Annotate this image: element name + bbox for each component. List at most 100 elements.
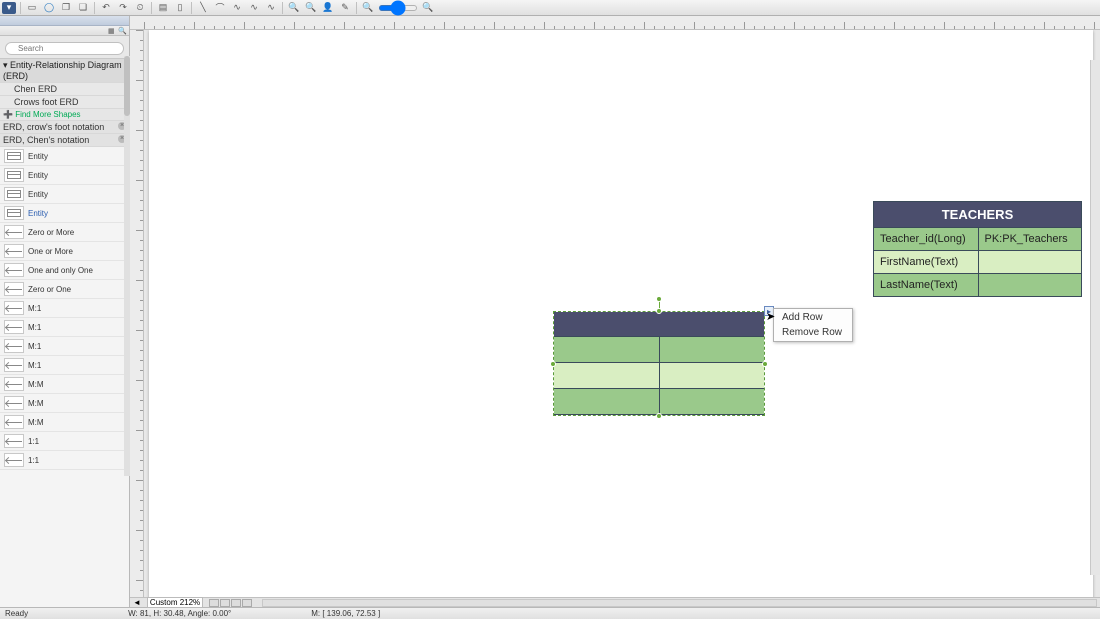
shape-palette-item[interactable]: M:1 — [0, 299, 129, 318]
context-menu-remove-row[interactable]: Remove Row — [774, 325, 852, 340]
shape-palette-item[interactable]: Zero or More — [0, 223, 129, 242]
resize-handle-w[interactable] — [550, 361, 556, 367]
shape-palette-item[interactable]: Entity — [0, 166, 129, 185]
view-toggle-button[interactable]: ▭ — [25, 2, 39, 14]
loaded-lib-crowsfoot[interactable]: ERD, crow's foot notation× — [0, 121, 129, 134]
relationship-icon — [4, 377, 24, 391]
time-button[interactable]: ⏲ — [133, 2, 147, 14]
zoomin-button[interactable]: 🔍 — [287, 2, 301, 14]
canvas-horizontal-scrollbar[interactable] — [262, 599, 1097, 607]
shape-item-label: One or More — [28, 247, 73, 256]
bezier-tool-button[interactable]: ∿ — [264, 2, 278, 14]
page-nav-first-button[interactable] — [209, 599, 219, 607]
context-menu: Add Row Remove Row — [773, 308, 853, 342]
shape-item-label: M:1 — [28, 323, 41, 332]
arc-tool-button[interactable]: ⌒ — [213, 2, 227, 14]
shape-palette: EntityEntityEntityEntityZero or MoreOne … — [0, 147, 129, 607]
shape-palette-item[interactable]: Entity — [0, 204, 129, 223]
page-nav-prev-button[interactable] — [220, 599, 230, 607]
curve-tool-button[interactable]: ∿ — [230, 2, 244, 14]
brush-button[interactable]: ✎ — [338, 2, 352, 14]
shape-palette-item[interactable]: 1:1 — [0, 432, 129, 451]
erd-cell[interactable] — [979, 250, 1082, 273]
erd-table-title[interactable]: TEACHERS — [874, 202, 1081, 227]
erd-cell[interactable]: FirstName(Text) — [874, 250, 979, 273]
line-tool-button[interactable]: ╲ — [196, 2, 210, 14]
spline-tool-button[interactable]: ∿ — [247, 2, 261, 14]
relationship-icon — [4, 434, 24, 448]
erd-cell[interactable] — [979, 273, 1082, 296]
search-icon[interactable]: 🔍 — [118, 27, 126, 35]
drawing-canvas[interactable]: ▸ TEACHERS Teacher_id(Long) PK:PK_Teache… — [144, 30, 1100, 597]
undo-button[interactable]: ↶ — [99, 2, 113, 14]
erd-cell[interactable]: PK:PK_Teachers — [979, 227, 1082, 250]
vertical-ruler — [130, 30, 144, 597]
page-nav-last-button[interactable] — [242, 599, 252, 607]
relationship-icon — [4, 244, 24, 258]
resize-handle-n[interactable] — [656, 308, 662, 314]
resize-handle-e[interactable] — [762, 361, 768, 367]
entity-icon — [4, 187, 24, 201]
copy-button[interactable]: ❐ — [59, 2, 73, 14]
shape-palette-item[interactable]: One and only One — [0, 261, 129, 280]
library-item-crowsfoot[interactable]: Crows foot ERD — [0, 96, 129, 109]
shape-palette-item[interactable]: One or More — [0, 242, 129, 261]
shape-palette-item[interactable]: M:1 — [0, 356, 129, 375]
status-bar: Ready W: 81, H: 30.48, Angle: 0.00° M: [… — [0, 607, 1100, 619]
shape-item-label: M:M — [28, 399, 44, 408]
shape-palette-item[interactable]: M:M — [0, 413, 129, 432]
paste-button[interactable]: ❏ — [76, 2, 90, 14]
scroll-left-button[interactable]: ◄ — [133, 598, 141, 607]
shape-search-input[interactable] — [5, 42, 124, 55]
relationship-icon — [4, 396, 24, 410]
library-item-chen[interactable]: Chen ERD — [0, 83, 129, 96]
shape-item-label: Zero or One — [28, 285, 71, 294]
shape-palette-item[interactable]: M:M — [0, 375, 129, 394]
shape-palette-item[interactable]: M:1 — [0, 318, 129, 337]
doc-button[interactable]: ▤ — [156, 2, 170, 14]
redo-button[interactable]: ↷ — [116, 2, 130, 14]
erd-table-teachers[interactable]: TEACHERS Teacher_id(Long) PK:PK_Teachers… — [873, 201, 1082, 297]
relationship-icon — [4, 415, 24, 429]
user-button[interactable]: 👤 — [321, 2, 335, 14]
shape-item-label: Entity — [28, 190, 48, 199]
selected-entity-shape[interactable]: ▸ — [553, 311, 765, 416]
entity-icon — [4, 149, 24, 163]
canvas-vertical-scrollbar[interactable] — [1090, 60, 1100, 575]
library-category-label: Entity-Relationship Diagram (ERD) — [3, 60, 122, 81]
shape-palette-item[interactable]: 1:1 — [0, 451, 129, 470]
shape-palette-item[interactable]: M:1 — [0, 337, 129, 356]
loaded-lib-chen[interactable]: ERD, Chen's notation× — [0, 134, 129, 147]
relationship-icon — [4, 358, 24, 372]
relationship-icon — [4, 339, 24, 353]
zoom-combo[interactable]: Custom 212% — [147, 597, 203, 608]
pointer-tool-button[interactable]: ▾ — [2, 2, 16, 14]
globe-button[interactable]: ◯ — [42, 2, 56, 14]
shape-palette-item[interactable]: Entity — [0, 147, 129, 166]
rotate-handle[interactable] — [656, 296, 662, 302]
shape-palette-item[interactable]: Zero or One — [0, 280, 129, 299]
erd-cell[interactable]: Teacher_id(Long) — [874, 227, 979, 250]
library-tree: ▾ Entity-Relationship Diagram (ERD) Chen… — [0, 59, 129, 147]
sidebar-tab-strip[interactable] — [0, 16, 129, 26]
relationship-icon — [4, 263, 24, 277]
shape-item-label: M:1 — [28, 304, 41, 313]
zoom-slider-in-button[interactable]: 🔍 — [421, 2, 435, 14]
page-button[interactable]: ▯ — [173, 2, 187, 14]
drawing-page[interactable]: ▸ TEACHERS Teacher_id(Long) PK:PK_Teache… — [149, 30, 1093, 597]
relationship-icon — [4, 282, 24, 296]
resize-handle-s[interactable] — [656, 413, 662, 419]
shape-palette-item[interactable]: Entity — [0, 185, 129, 204]
zoomout-button[interactable]: 🔍 — [304, 2, 318, 14]
zoom-slider-out-button[interactable]: 🔍 — [361, 2, 375, 14]
erd-cell[interactable]: LastName(Text) — [874, 273, 979, 296]
entity-header-row[interactable] — [554, 312, 764, 337]
page-nav-next-button[interactable] — [231, 599, 241, 607]
library-category-row[interactable]: ▾ Entity-Relationship Diagram (ERD) — [0, 59, 129, 83]
relationship-icon — [4, 301, 24, 315]
find-more-shapes-button[interactable]: ➕ Find More Shapes — [0, 109, 129, 121]
zoom-slider[interactable] — [378, 5, 418, 11]
grid-view-icon[interactable]: ▦ — [108, 27, 116, 35]
shape-palette-item[interactable]: M:M — [0, 394, 129, 413]
context-menu-add-row[interactable]: Add Row — [774, 310, 852, 325]
